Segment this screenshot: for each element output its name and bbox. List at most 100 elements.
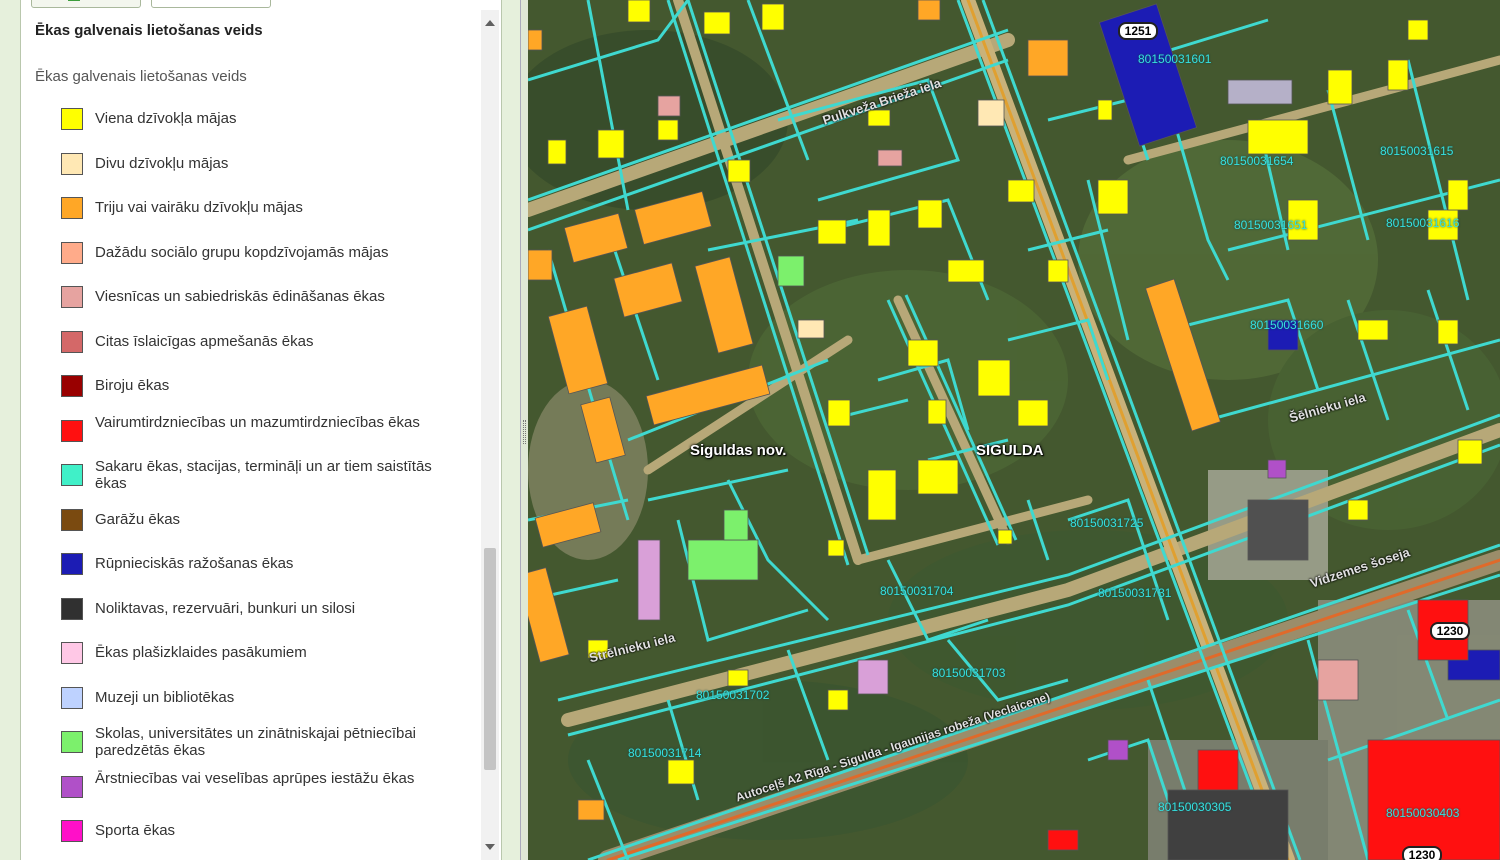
entertainment-building [637, 539, 661, 621]
medical-building [1107, 739, 1129, 761]
parcel-label: 80150031731 [1098, 586, 1172, 600]
medical-building [1267, 459, 1287, 479]
legend-swatch [61, 686, 83, 709]
legend-swatch [61, 553, 83, 575]
parcel-label: 80150031714 [628, 746, 702, 760]
legend-scroll-area[interactable]: Ēkas galvenais lietošanas veids Ēkas gal… [21, 10, 479, 860]
school-building [687, 539, 759, 581]
legend-label: Vairumtirdzniecības un mazumtirdzniecība… [95, 413, 420, 431]
legend-item: Ārstniecības vai veselības aprūpes iestā… [61, 770, 461, 815]
legend-swatch [61, 241, 83, 264]
legend-label: Rūpnieciskās ražošanas ēkas [95, 555, 294, 572]
storage-building [1247, 499, 1309, 561]
hotel-building [877, 149, 903, 167]
parcel-label: 80150031615 [1380, 144, 1454, 158]
legend-subheading: Ēkas galvenais lietošanas veids [35, 68, 247, 85]
parcel-label: 80150031703 [932, 666, 1006, 680]
legend-item: Sakaru ēkas, stacijas, termināļi un ar t… [61, 458, 461, 503]
retail-building [1047, 829, 1079, 851]
legend-heading: Ēkas galvenais lietošanas veids [35, 22, 263, 39]
legend-item: Viena dzīvokļa mājas [61, 102, 461, 147]
retail-building [1367, 739, 1500, 860]
parcel-label: 80150031601 [1138, 52, 1212, 66]
legend-item: Noliktavas, rezervuāri, bunkuri un silos… [61, 592, 461, 637]
road-number-badge: 1251 [1118, 22, 1158, 40]
legend-swatch [61, 642, 83, 664]
legend-swatch [61, 286, 83, 308]
legend-label: Biroju ēkas [95, 377, 170, 394]
parcel-label: 80150031660 [1250, 318, 1324, 332]
legend-label: Viena dzīvokļa mājas [95, 110, 237, 127]
legend-label: Muzeji un bibliotēkas [95, 688, 235, 706]
parcel-label: 80150030305 [1158, 800, 1232, 814]
legend-item: Triju vai vairāku dzīvokļu mājas [61, 191, 461, 236]
legend-item: Ēkas plašizklaides pasākumiem [61, 636, 461, 681]
legend-swatch [61, 820, 83, 842]
legend-item: Sporta ēkas [61, 814, 461, 859]
legend-item: Garāžu ēkas [61, 503, 461, 548]
legend-item: Dažādu sociālo grupu kopdzīvojamās mājas [61, 236, 461, 281]
legend-item: Muzeji un bibliotēkas [61, 681, 461, 726]
legend-label: Noliktavas, rezervuāri, bunkuri un silos… [95, 599, 356, 617]
legend-label: Divu dzīvokļu mājas [95, 154, 229, 172]
legend-swatch [61, 508, 83, 531]
hotel-building [657, 95, 681, 117]
place-label-town: SIGULDA [976, 442, 1044, 459]
scrollbar-thumb[interactable] [484, 548, 496, 770]
garage-building [1227, 79, 1293, 105]
legend-container: Ēkas galvenais lietošanas veids Ēkas gal… [20, 0, 502, 860]
road-number-badge: 1230 [1430, 622, 1470, 640]
panel-tabs [21, 0, 501, 8]
entertainment-building [857, 659, 889, 695]
legend-swatch [61, 597, 83, 620]
road-number-badge: 1230 [1402, 846, 1442, 860]
map-canvas[interactable] [528, 0, 1500, 860]
legend-label: Sporta ēkas [95, 822, 176, 839]
legend-swatch [61, 464, 83, 486]
legend-label: Viesnīcas un sabiedriskās ēdināšanas ēka… [95, 288, 385, 305]
parcel-label: 80150031616 [1386, 216, 1460, 230]
legend-scrollbar[interactable] [481, 10, 499, 860]
legend-item: Vairumtirdzniecības un mazumtirdzniecība… [61, 414, 461, 459]
school-building [777, 255, 805, 287]
legend-label: Triju vai vairāku dzīvokļu mājas [95, 199, 303, 216]
legend-panel: Ēkas galvenais lietošanas veids Ēkas gal… [0, 0, 520, 860]
legend-item: Rūpnieciskās ražošanas ēkas [61, 547, 461, 592]
two-dwelling-building [977, 99, 1005, 127]
legend-swatch [61, 419, 83, 442]
legend-swatch [61, 330, 83, 353]
tab-layers[interactable] [31, 0, 141, 8]
parcel-label: 80150031704 [880, 584, 954, 598]
scroll-up-arrow-icon[interactable] [485, 20, 495, 26]
hotel-building [1317, 659, 1359, 701]
legend-swatch [61, 731, 83, 753]
scroll-down-arrow-icon[interactable] [485, 844, 495, 850]
map-view[interactable]: Siguldas nov. SIGULDA Pulkveža Brieža ie… [528, 0, 1500, 860]
legend-swatch [61, 775, 83, 798]
legend-label: Citas īslaicīgas apmešanās ēkas [95, 332, 314, 350]
legend-item: Biroju ēkas [61, 369, 461, 414]
legend-swatch [61, 108, 83, 130]
parcel-label: 80150031654 [1220, 154, 1294, 168]
legend-label: Sakaru ēkas, stacijas, termināļi un ar t… [95, 458, 432, 492]
place-label-municipality: Siguldas nov. [690, 442, 787, 459]
two-dwelling-building [797, 319, 825, 339]
legend-list: Viena dzīvokļa mājas Divu dzīvokļu mājas… [61, 102, 461, 859]
legend-swatch [61, 197, 83, 219]
legend-swatch [61, 375, 83, 397]
parcel-label: 80150030403 [1386, 806, 1460, 820]
tab-legend[interactable] [151, 0, 271, 8]
legend-label: Skolas, universitātes un zinātniskajai p… [95, 725, 417, 759]
legend-label: Dažādu sociālo grupu kopdzīvojamās mājas [95, 243, 389, 261]
legend-item: Citas īslaicīgas apmešanās ēkas [61, 325, 461, 370]
layers-tab-icon [68, 0, 80, 1]
legend-item: Skolas, universitātes un zinātniskajai p… [61, 725, 461, 770]
legend-item: Viesnīcas un sabiedriskās ēdināšanas ēka… [61, 280, 461, 325]
parcel-label: 80150031651 [1234, 218, 1308, 232]
legend-swatch [61, 152, 83, 175]
parcel-label: 80150031702 [696, 688, 770, 702]
panel-splitter[interactable] [520, 0, 528, 860]
splitter-grip-icon[interactable] [523, 420, 526, 444]
legend-label: Ārstniecības vai veselības aprūpes iestā… [95, 769, 415, 787]
school-building [723, 509, 749, 541]
